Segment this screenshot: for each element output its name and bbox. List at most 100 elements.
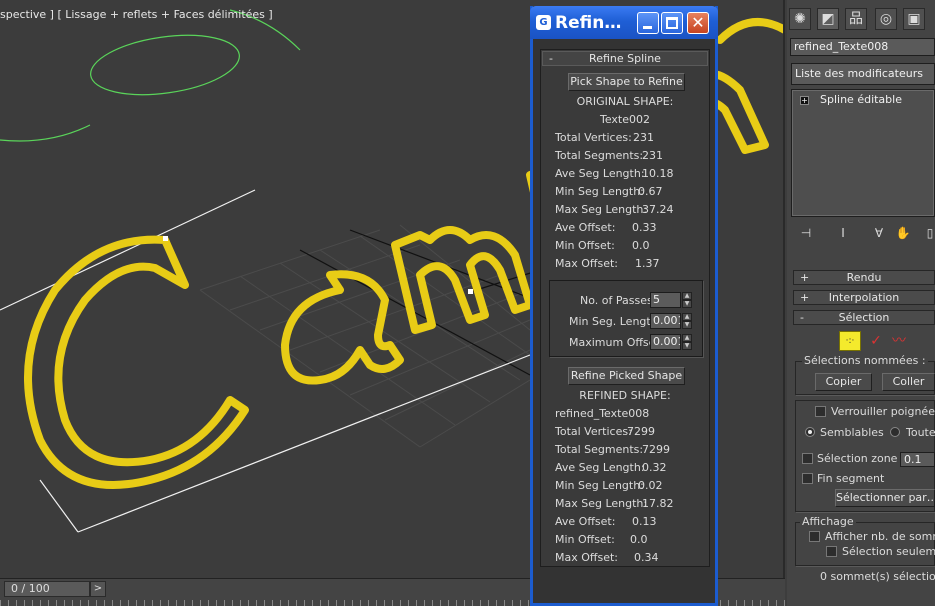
stat-label: Total Vertices: bbox=[555, 131, 632, 144]
minimize-button[interactable] bbox=[637, 12, 659, 34]
area-selection-label: Sélection zone : bbox=[817, 452, 905, 465]
group-title: Sélections nommées : bbox=[802, 354, 928, 367]
area-selection-checkbox[interactable] bbox=[802, 453, 813, 464]
original-shape-name: Texte002 bbox=[599, 113, 650, 126]
pin-stack-icon[interactable]: ⊣ bbox=[797, 224, 815, 242]
stat-value: 17.82 bbox=[642, 497, 674, 510]
modifier-list-dropdown[interactable]: Liste des modificateurs bbox=[791, 63, 935, 85]
spin-up-icon[interactable]: ▲ bbox=[682, 313, 692, 321]
command-panel-tabs: ✺ ◩ 品 ◎ ▣ bbox=[787, 4, 935, 34]
segment-end-checkbox[interactable] bbox=[802, 473, 813, 484]
vertex-handle[interactable] bbox=[163, 236, 168, 241]
stat-label: Total Vertices: bbox=[555, 425, 632, 438]
copy-button[interactable]: Copier bbox=[815, 373, 872, 391]
stat-value: 1.37 bbox=[635, 257, 660, 270]
remove-modifier-icon[interactable]: ✋ bbox=[894, 224, 912, 242]
time-slider[interactable]: 0 / 100 bbox=[4, 581, 90, 597]
expand-icon: + bbox=[800, 291, 810, 304]
stat-value: 0.67 bbox=[638, 185, 663, 198]
select-by-button[interactable]: Sélectionner par… bbox=[835, 489, 935, 507]
stat-value: 0.34 bbox=[634, 551, 659, 564]
close-button[interactable]: ✕ bbox=[687, 12, 709, 34]
stat-label: Min Offset: bbox=[555, 239, 615, 252]
paste-button[interactable]: Coller bbox=[882, 373, 935, 391]
dialog-titlebar[interactable]: G Refin… ✕ bbox=[530, 6, 718, 39]
area-selection-input[interactable]: 0.1 bbox=[900, 452, 935, 467]
stat-label: Max Seg Length: bbox=[555, 203, 648, 216]
segment-end-label: Fin segment bbox=[817, 472, 885, 485]
max-offset-input[interactable]: 0.001 bbox=[650, 334, 681, 350]
vertex-level-icon[interactable]: ·:· bbox=[839, 331, 861, 351]
make-unique-icon[interactable]: ∀ bbox=[870, 224, 888, 242]
stat-label: Total Segments: bbox=[555, 149, 644, 162]
selected-only-label: Sélection seulement bbox=[842, 545, 935, 558]
stat-label: Ave Offset: bbox=[555, 515, 616, 528]
rollout-title: Rendu bbox=[846, 271, 882, 284]
stat-value: 7299 bbox=[642, 443, 670, 456]
vertex-handle[interactable] bbox=[468, 289, 473, 294]
rollout-header[interactable]: - Refine Spline bbox=[542, 51, 708, 66]
rollout-title: Refine Spline bbox=[589, 52, 661, 65]
similar-radio[interactable] bbox=[805, 427, 815, 437]
show-vertex-numbers-checkbox[interactable] bbox=[809, 531, 820, 542]
spinner-arrows[interactable]: ▲ ▼ bbox=[682, 313, 692, 329]
rollout-rendu[interactable]: + Rendu bbox=[793, 270, 935, 285]
maximize-button[interactable] bbox=[661, 12, 683, 34]
viewport-label[interactable]: spective ] [ Lissage + reflets + Faces d… bbox=[0, 8, 273, 21]
lock-handles-checkbox[interactable] bbox=[815, 406, 826, 417]
lock-handles-label: Verrouiller poignées bbox=[831, 405, 935, 418]
stat-value: 37.24 bbox=[642, 203, 674, 216]
stat-label: Total Segments: bbox=[555, 443, 644, 456]
max-offset-spinner[interactable]: 0.001 ▲▼ bbox=[650, 334, 692, 350]
min-seg-spinner[interactable]: 0.001 ▲▼ bbox=[650, 313, 692, 329]
all-radio[interactable] bbox=[890, 427, 900, 437]
stack-item-editable-spline[interactable]: + Spline éditable bbox=[796, 93, 932, 108]
refine-picked-shape-button[interactable]: Refine Picked Shape bbox=[568, 367, 685, 385]
similar-label: Semblables bbox=[820, 426, 884, 439]
stack-item-label: Spline éditable bbox=[820, 93, 902, 106]
rollout-interpolation[interactable]: + Interpolation bbox=[793, 290, 935, 305]
spin-up-icon[interactable]: ▲ bbox=[682, 292, 692, 300]
min-seg-input[interactable]: 0.001 bbox=[650, 313, 681, 329]
stat-value: 0.33 bbox=[632, 221, 657, 234]
passes-input[interactable]: 5 bbox=[650, 292, 681, 308]
stat-label: Min Seg Length: bbox=[555, 185, 644, 198]
segment-level-icon[interactable]: ✓ bbox=[867, 331, 885, 351]
spin-down-icon[interactable]: ▼ bbox=[682, 300, 692, 308]
refine-dialog: G Refin… ✕ - Refine Spline Pick Shape to… bbox=[530, 6, 718, 606]
expand-icon[interactable]: + bbox=[800, 96, 809, 105]
stack-tools: ⊣ I ∀ ✋ ▯ bbox=[787, 222, 935, 244]
stat-label: Ave Offset: bbox=[555, 221, 616, 234]
hierarchy-tab-icon[interactable]: 品 bbox=[845, 8, 867, 30]
next-frame-button[interactable]: > bbox=[90, 581, 106, 597]
passes-spinner[interactable]: 5 ▲ ▼ bbox=[650, 292, 692, 308]
rollout-selection[interactable]: - Sélection bbox=[793, 310, 935, 325]
modify-tab-icon[interactable]: ◩ bbox=[817, 8, 839, 30]
refine-parameters-group: No. of Passes 5 ▲▼ Min Seg. Length 0.001… bbox=[549, 280, 703, 357]
rollout-title: Interpolation bbox=[828, 291, 900, 304]
spin-down-icon[interactable]: ▼ bbox=[682, 321, 692, 329]
refined-shape-name: refined_Texte008 bbox=[555, 407, 650, 420]
spin-down-icon[interactable]: ▼ bbox=[682, 342, 692, 350]
stat-label: Min Offset: bbox=[555, 533, 615, 546]
stat-label: Max Offset: bbox=[555, 551, 618, 564]
modifier-stack[interactable]: + Spline éditable bbox=[791, 89, 935, 217]
stat-value: 231 bbox=[633, 131, 654, 144]
command-panel: ✺ ◩ 品 ◎ ▣ refined_Texte008 Liste des mod… bbox=[787, 0, 935, 606]
show-end-result-icon[interactable]: I bbox=[834, 224, 852, 242]
spinner-arrows[interactable]: ▲ ▼ bbox=[682, 334, 692, 350]
spin-up-icon[interactable]: ▲ bbox=[682, 334, 692, 342]
stat-value: 231 bbox=[642, 149, 663, 162]
spline-level-icon[interactable]: 〰 bbox=[889, 331, 909, 351]
dialog-title: Refin… bbox=[555, 13, 622, 33]
configure-sets-icon[interactable]: ▯ bbox=[921, 224, 935, 242]
object-name-field[interactable]: refined_Texte008 bbox=[790, 38, 935, 56]
create-tab-icon[interactable]: ✺ bbox=[789, 8, 811, 30]
axis-lines bbox=[299, 229, 541, 376]
motion-tab-icon[interactable]: ◎ bbox=[875, 8, 897, 30]
stat-value: 0.0 bbox=[630, 533, 648, 546]
selected-only-checkbox[interactable] bbox=[826, 546, 837, 557]
spinner-arrows[interactable]: ▲ ▼ bbox=[682, 292, 692, 308]
display-tab-icon[interactable]: ▣ bbox=[903, 8, 925, 30]
pick-shape-button[interactable]: Pick Shape to Refine bbox=[568, 73, 685, 91]
